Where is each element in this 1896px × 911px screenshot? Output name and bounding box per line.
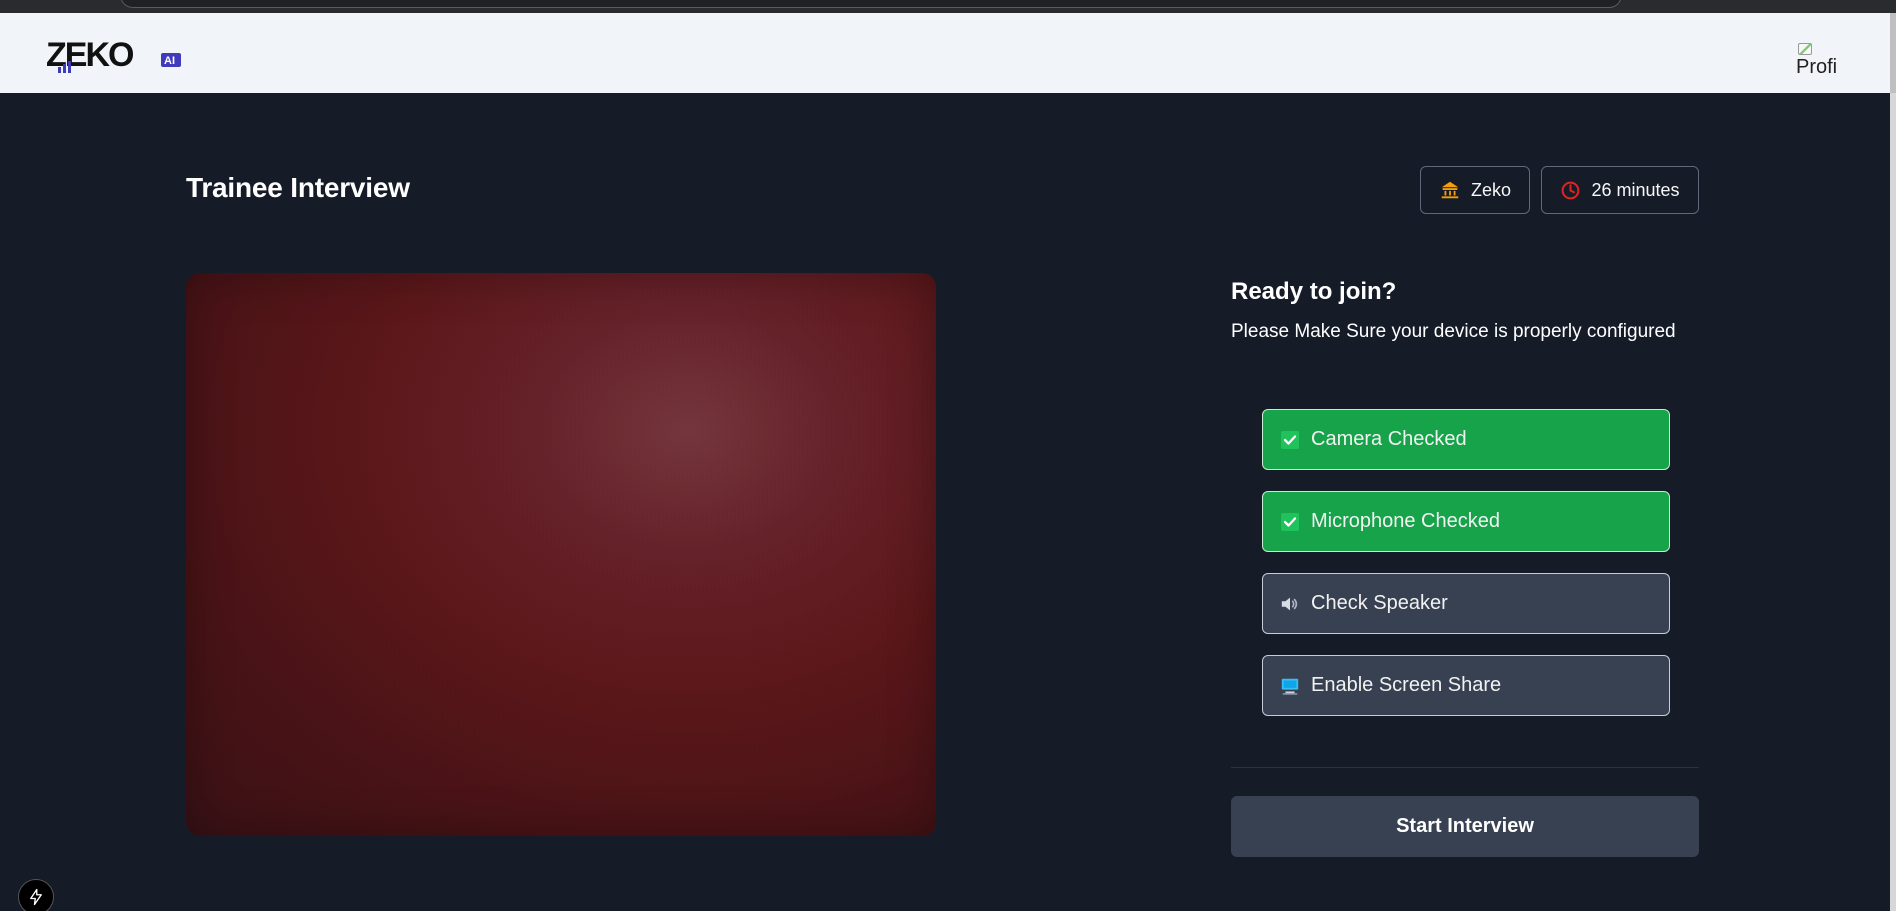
browser-top-strip bbox=[0, 0, 1896, 14]
camera-preview bbox=[186, 273, 936, 836]
speaker-check-label: Check Speaker bbox=[1311, 592, 1448, 614]
speaker-icon bbox=[1280, 594, 1300, 614]
profile-avatar[interactable]: Profi bbox=[1796, 43, 1838, 85]
screen-share-label: Enable Screen Share bbox=[1311, 674, 1502, 696]
duration-text: 26 minutes bbox=[1591, 179, 1680, 200]
browser-address-bar-edge bbox=[120, 0, 1622, 8]
camera-check-label: Camera Checked bbox=[1311, 428, 1467, 450]
duration-badge: 26 minutes bbox=[1541, 166, 1699, 214]
checkbox-check-icon bbox=[1280, 512, 1300, 532]
camera-checked-button[interactable]: Camera Checked bbox=[1262, 409, 1670, 470]
start-interview-button[interactable]: Start Interview bbox=[1231, 796, 1699, 857]
clock-icon bbox=[1562, 181, 1580, 199]
logo-ai-badge: AI bbox=[164, 55, 175, 67]
broken-image-icon bbox=[1798, 43, 1812, 55]
section-divider bbox=[1231, 767, 1699, 768]
ready-title: Ready to join? bbox=[1231, 278, 1397, 305]
company-name: Zeko bbox=[1470, 179, 1512, 200]
company-badge: Zeko bbox=[1420, 166, 1530, 214]
page-scrollbar-track[interactable] bbox=[1890, 13, 1896, 911]
zeko-ai-logo[interactable]: ZEKO AI bbox=[46, 36, 186, 76]
microphone-check-label: Microphone Checked bbox=[1311, 510, 1500, 532]
app-header: ZEKO AI Profi bbox=[0, 13, 1890, 93]
device-config-message: Please Make Sure your device is properly… bbox=[1231, 321, 1676, 342]
monitor-icon bbox=[1280, 676, 1300, 696]
checkbox-check-icon bbox=[1280, 430, 1300, 450]
interview-lobby-page: ZEKO AI Profi Trainee Interview Zeko 26 … bbox=[0, 0, 1896, 911]
lightning-bolt-icon[interactable] bbox=[18, 879, 54, 911]
interview-title: Trainee Interview bbox=[186, 172, 410, 203]
enable-screen-share-button[interactable]: Enable Screen Share bbox=[1262, 655, 1670, 716]
check-speaker-button[interactable]: Check Speaker bbox=[1262, 573, 1670, 634]
page-scrollbar-thumb[interactable] bbox=[1890, 13, 1896, 93]
microphone-checked-button[interactable]: Microphone Checked bbox=[1262, 491, 1670, 552]
building-columns-icon bbox=[1441, 181, 1459, 199]
profile-alt-text: Profi bbox=[1796, 56, 1838, 78]
